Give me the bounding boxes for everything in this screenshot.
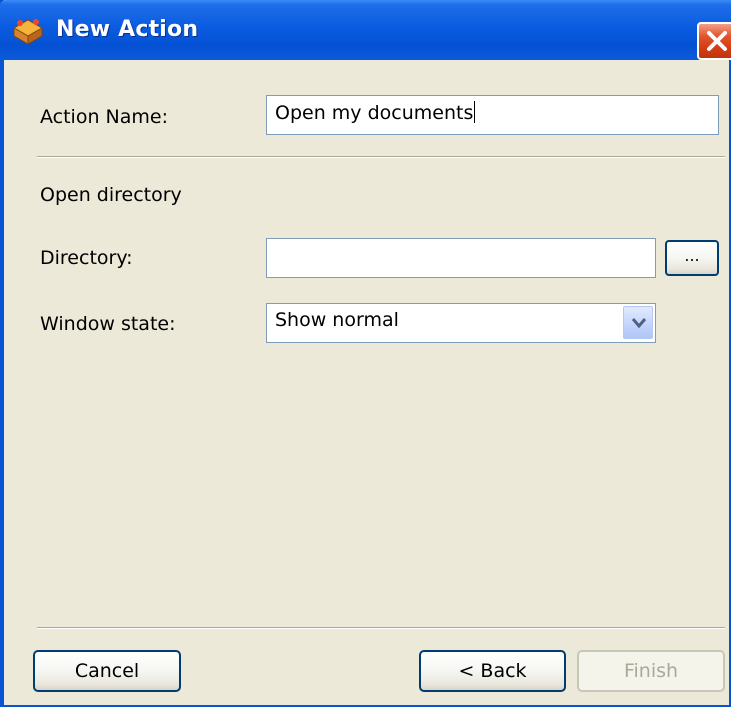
browse-button[interactable]: ... <box>665 240 719 276</box>
toolbox-icon <box>10 14 46 46</box>
window-state-label: Window state: <box>40 313 176 335</box>
action-name-value: Open my documents <box>275 102 474 124</box>
back-button[interactable]: < Back <box>419 650 566 692</box>
window-title: New Action <box>56 17 199 42</box>
cancel-button[interactable]: Cancel <box>33 650 181 692</box>
window-state-select[interactable]: Show normal <box>266 303 656 343</box>
bottom-separator <box>37 627 725 629</box>
text-caret <box>474 101 476 123</box>
finish-button[interactable]: Finish <box>577 650 725 692</box>
directory-input[interactable] <box>266 238 656 278</box>
section-title: Open directory <box>40 184 182 206</box>
action-name-input[interactable]: Open my documents <box>266 95 719 135</box>
new-action-dialog: New Action Action Name: Open my document… <box>0 0 731 707</box>
close-button[interactable] <box>697 22 731 60</box>
directory-label: Directory: <box>40 247 133 269</box>
action-name-label: Action Name: <box>40 106 168 128</box>
title-bar[interactable]: New Action <box>0 0 731 60</box>
dropdown-arrow[interactable] <box>623 306 653 339</box>
chevron-down-icon <box>632 318 646 329</box>
top-separator <box>37 156 725 158</box>
window-state-value: Show normal <box>275 309 399 331</box>
close-icon <box>707 31 727 51</box>
